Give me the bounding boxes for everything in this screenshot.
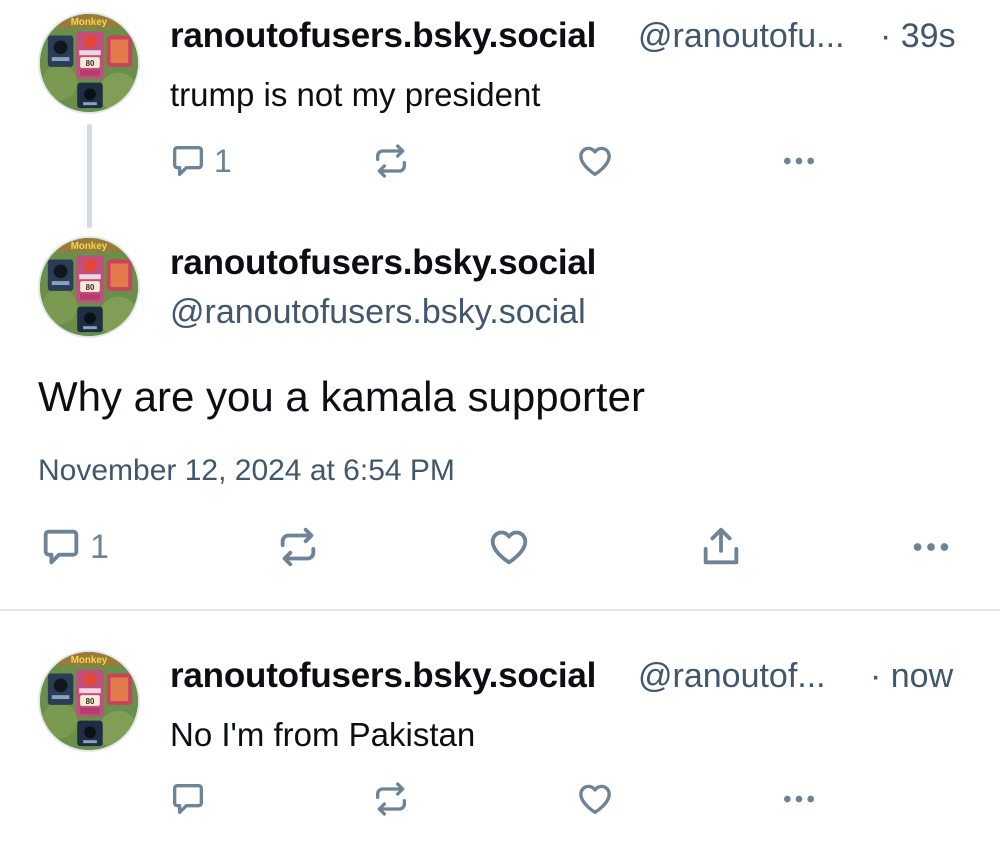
reply-icon bbox=[168, 141, 208, 181]
reply-count: 1 bbox=[90, 527, 109, 566]
more-icon bbox=[779, 141, 819, 181]
repost-button[interactable] bbox=[371, 779, 411, 819]
avatar[interactable] bbox=[38, 236, 140, 338]
repost-button[interactable] bbox=[371, 141, 411, 181]
post-text: trump is not my president bbox=[170, 76, 541, 113]
reply-count: 1 bbox=[214, 142, 232, 179]
reply-button[interactable] bbox=[168, 779, 208, 819]
post-time[interactable]: · 39s bbox=[880, 17, 956, 56]
repost-button[interactable] bbox=[275, 524, 321, 570]
handle[interactable]: @ranoutofu... bbox=[638, 17, 845, 56]
share-button[interactable] bbox=[698, 524, 744, 570]
like-icon bbox=[486, 524, 532, 570]
post-text: No I'm from Pakistan bbox=[170, 716, 476, 753]
avatar-image bbox=[40, 652, 138, 750]
handle[interactable]: @ranoutof... bbox=[638, 657, 826, 696]
avatar[interactable] bbox=[38, 12, 140, 114]
share-icon bbox=[698, 524, 744, 570]
more-icon bbox=[908, 524, 954, 570]
post-timestamp: November 12, 2024 at 6:54 PM bbox=[38, 454, 455, 487]
post-text: Why are you a kamala supporter bbox=[38, 373, 645, 420]
display-name[interactable]: ranoutofusers.bsky.social bbox=[170, 656, 596, 696]
repost-icon bbox=[275, 524, 321, 570]
reply-icon bbox=[168, 779, 208, 819]
more-icon bbox=[779, 779, 819, 819]
like-button[interactable] bbox=[575, 779, 615, 819]
post-time[interactable]: · now bbox=[870, 657, 953, 696]
reply-button[interactable]: 1 bbox=[168, 141, 232, 181]
reply-icon bbox=[38, 524, 84, 570]
like-button[interactable] bbox=[486, 524, 532, 570]
reply-button[interactable]: 1 bbox=[38, 524, 109, 570]
avatar[interactable] bbox=[38, 650, 140, 752]
more-button[interactable] bbox=[908, 524, 954, 570]
like-icon bbox=[575, 141, 615, 181]
like-button[interactable] bbox=[575, 141, 615, 181]
repost-icon bbox=[371, 141, 411, 181]
display-name[interactable]: ranoutofusers.bsky.social bbox=[170, 243, 596, 283]
repost-icon bbox=[371, 779, 411, 819]
display-name[interactable]: ranoutofusers.bsky.social bbox=[170, 16, 596, 56]
thread-line bbox=[87, 124, 92, 228]
more-button[interactable] bbox=[779, 779, 819, 819]
like-icon bbox=[575, 779, 615, 819]
avatar-image bbox=[40, 238, 138, 336]
more-button[interactable] bbox=[779, 141, 819, 181]
handle[interactable]: @ranoutofusers.bsky.social bbox=[170, 293, 586, 332]
avatar-image bbox=[40, 14, 138, 112]
divider bbox=[0, 609, 1000, 611]
